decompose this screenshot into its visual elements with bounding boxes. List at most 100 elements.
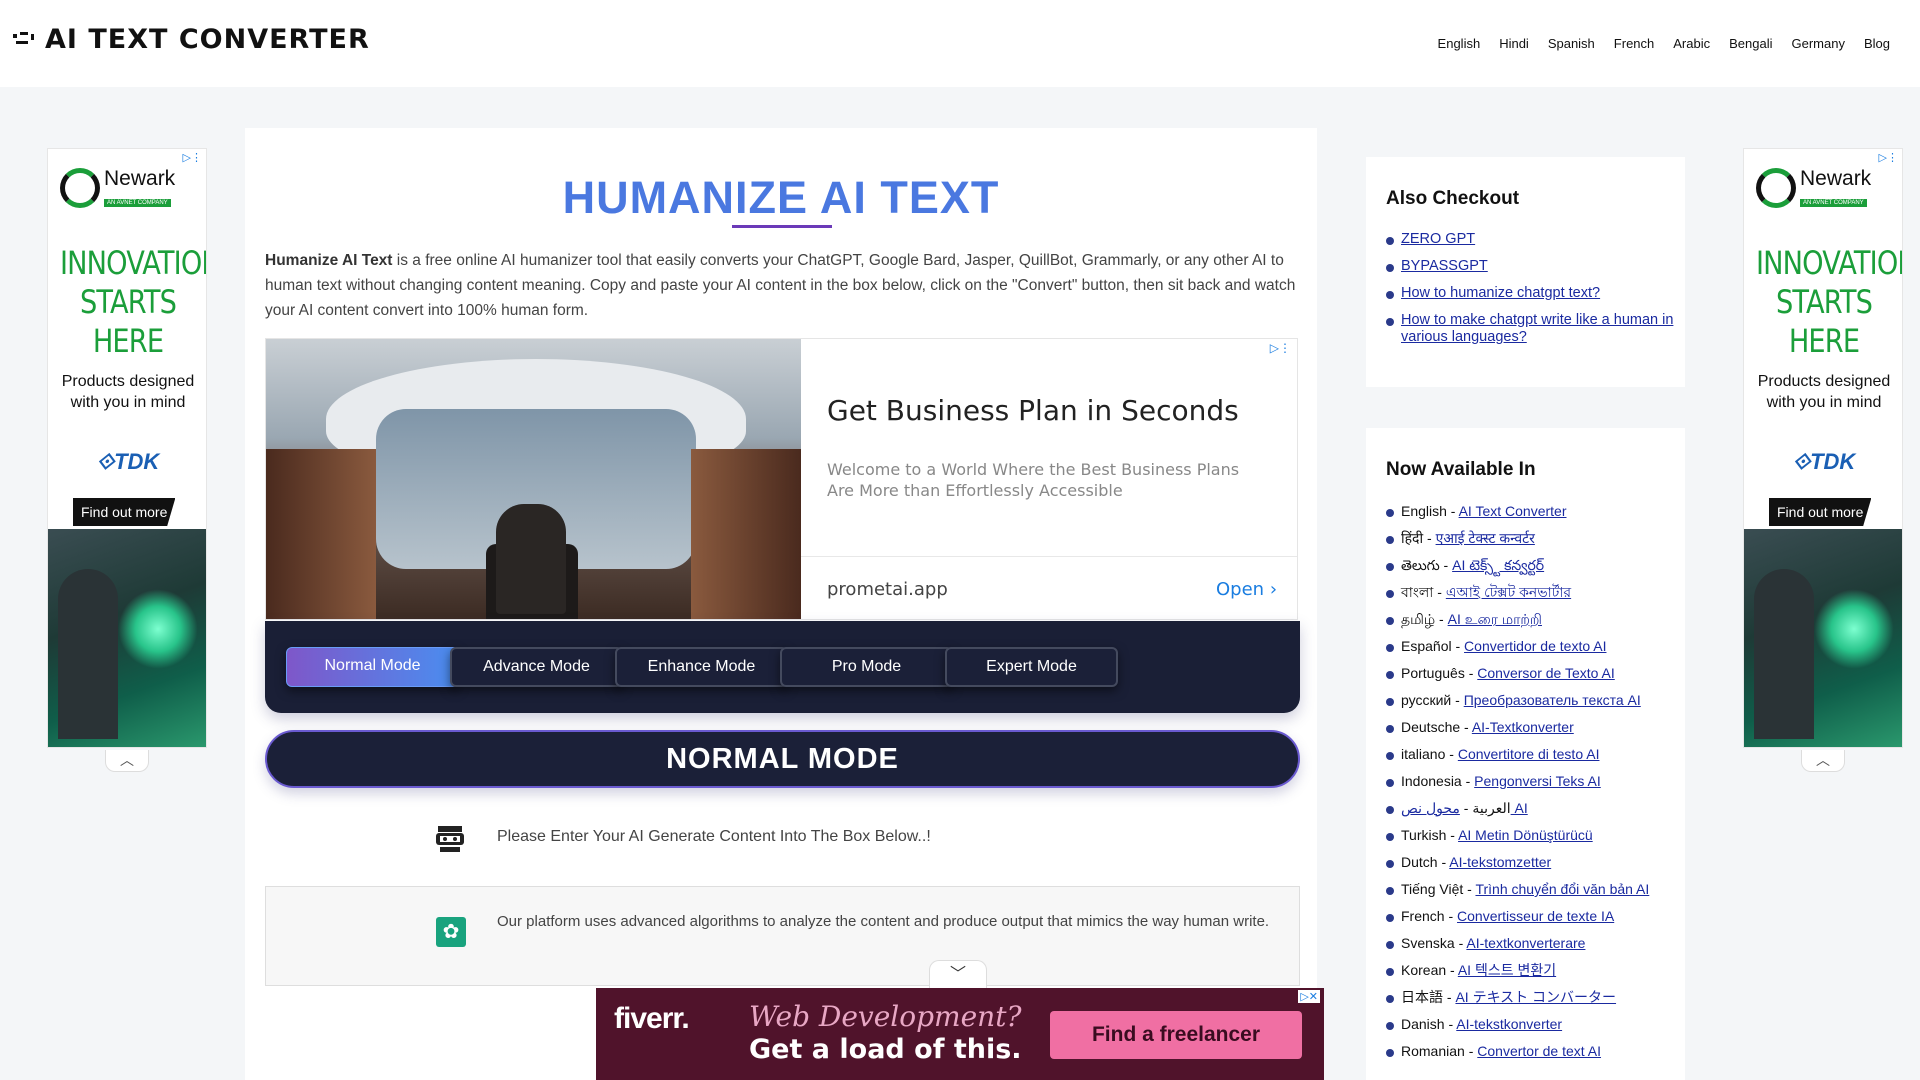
language-item: русский - Преобразователь текста AI	[1386, 692, 1676, 719]
language-item: العربية - محول نص AI	[1386, 800, 1676, 827]
fiverr-logo: fiverr.	[614, 1002, 690, 1035]
language-name: 日本語	[1401, 989, 1443, 1005]
language-link[interactable]: AI 텍스트 변환기	[1458, 962, 1556, 978]
language-link[interactable]: Convertitore di testo AI	[1458, 746, 1600, 762]
ad-tagline: Products designed with you in mind	[61, 373, 195, 411]
language-item: Español - Convertidor de texto AI	[1386, 638, 1676, 665]
language-item: Romanian - Convertor de text AI	[1386, 1043, 1676, 1070]
ad-description: Welcome to a World Where the Best Busine…	[827, 460, 1240, 500]
language-link[interactable]: Преобразователь текста AI	[1464, 692, 1641, 708]
language-link[interactable]: AI テキスト コンバーター	[1455, 989, 1616, 1005]
language-item: italiano - Convertitore di testo AI	[1386, 746, 1676, 773]
info-box: ✿ Our platform uses advanced algorithms …	[265, 886, 1300, 986]
ad-cta-button[interactable]: Find out more	[73, 498, 176, 526]
site-logo[interactable]: AI TEXT CONVERTER	[11, 24, 370, 55]
ad-domain: prometai.app	[827, 579, 948, 600]
right-banner-ad[interactable]: ▷⋮ Newark AN AVNET COMPANY INNOVATION ST…	[1743, 148, 1903, 748]
language-link[interactable]: AI-textkonverterare	[1466, 935, 1585, 951]
language-name: Português	[1401, 665, 1465, 681]
nav-hindi[interactable]: Hindi	[1499, 36, 1529, 51]
language-item: French - Convertisseur de texte IA	[1386, 908, 1676, 935]
language-name: தமிழ்	[1401, 611, 1436, 627]
newark-logo: Newark AN AVNET COMPANY	[1756, 167, 1871, 209]
newark-logo: Newark AN AVNET COMPANY	[60, 167, 175, 209]
ad-headline: INNOVATION STARTS HERE	[1756, 244, 1903, 360]
language-link[interactable]: Convertisseur de texte IA	[1457, 908, 1614, 924]
newark-ring-icon	[1756, 168, 1796, 208]
advance-mode-button[interactable]: Advance Mode	[450, 647, 623, 687]
language-link[interactable]: Convertor de text AI	[1477, 1043, 1601, 1059]
language-link[interactable]: এআই টেক্সট কনভার্টার	[1446, 584, 1571, 600]
nav-blog[interactable]: Blog	[1864, 36, 1890, 51]
languages-list: English - AI Text Converter हिंदी - एआई ट…	[1386, 503, 1676, 1070]
ad-title[interactable]: Get Business Plan in Seconds	[827, 394, 1239, 427]
enhance-mode-button[interactable]: Enhance Mode	[615, 647, 788, 687]
list-item: How to humanize chatgpt text?	[1386, 285, 1676, 302]
ad-choices-icon[interactable]: ▷⋮	[1879, 151, 1898, 164]
right-ad-collapse-button[interactable]: ︿	[1801, 750, 1845, 772]
ad-choices-icon[interactable]: ▷✕	[1298, 990, 1320, 1003]
business-plan-ad[interactable]: ▷⋮ Get Business Plan in Seconds Welcome …	[265, 338, 1298, 620]
language-name: French	[1401, 908, 1445, 924]
ad-image	[266, 339, 801, 619]
language-item: Korean - AI 텍스트 변환기	[1386, 962, 1676, 989]
checkout-link[interactable]: BYPASSGPT	[1401, 258, 1488, 274]
info-text: Our platform uses advanced algorithms to…	[497, 913, 1270, 930]
language-link[interactable]: AI-tekstomzetter	[1449, 854, 1551, 870]
nav-germany[interactable]: Germany	[1792, 36, 1845, 51]
title-underline	[732, 225, 832, 228]
language-item: தமிழ் - AI உரை மாற்றி	[1386, 611, 1676, 638]
nav-french[interactable]: French	[1614, 36, 1654, 51]
language-link[interactable]: AI Text Converter	[1459, 503, 1567, 519]
anchor-ad-toggle[interactable]: ﹀	[929, 960, 987, 988]
nav-arabic[interactable]: Arabic	[1673, 36, 1710, 51]
logo-text: AI TEXT CONVERTER	[45, 24, 370, 55]
checkout-list: ZERO GPT BYPASSGPT How to humanize chatg…	[1386, 231, 1676, 356]
fiverr-anchor-ad[interactable]: ▷✕ fiverr. Web Development? Get a load o…	[596, 988, 1324, 1080]
language-name: русский	[1401, 692, 1452, 708]
ad-headline: INNOVATION STARTS HERE	[60, 244, 207, 360]
mode-heading: NORMAL MODE	[265, 730, 1300, 788]
nav-spanish[interactable]: Spanish	[1548, 36, 1595, 51]
ad-open-button[interactable]: Open ›	[1216, 579, 1277, 600]
main-content: HUMANIZE AI TEXT Humanize AI Text is a f…	[245, 128, 1317, 1080]
checkout-link[interactable]: How to make chatgpt write like a human i…	[1401, 312, 1673, 345]
language-link[interactable]: AI உரை மாற்றி	[1448, 611, 1542, 627]
list-item: How to make chatgpt write like a human i…	[1386, 312, 1676, 346]
ad-tagline-2: Get a load of this.	[749, 1034, 1022, 1065]
language-link[interactable]: एआई टेक्स्ट कन्वर्टर	[1436, 530, 1535, 546]
expert-mode-button[interactable]: Expert Mode	[945, 647, 1118, 687]
language-link[interactable]: Trình chuyển đổi văn bản AI	[1475, 881, 1649, 897]
list-item: ZERO GPT	[1386, 231, 1676, 248]
pro-mode-button[interactable]: Pro Mode	[780, 647, 953, 687]
language-name: العربية	[1472, 800, 1511, 816]
language-link[interactable]: AI Metin Dönüştürücü	[1458, 827, 1593, 843]
find-freelancer-button[interactable]: Find a freelancer	[1050, 1011, 1302, 1059]
nav-bengali[interactable]: Bengali	[1729, 36, 1772, 51]
ad-choices-icon[interactable]: ▷⋮	[1270, 341, 1291, 355]
top-nav: English Hindi Spanish French Arabic Beng…	[1419, 36, 1890, 51]
language-item: తెలుగు - AI టెక్స్ట్ కన్వర్టర్	[1386, 557, 1676, 584]
ad-cta-button[interactable]: Find out more	[1769, 498, 1872, 526]
left-banner-ad[interactable]: ▷⋮ Newark AN AVNET COMPANY INNOVATION ST…	[47, 148, 207, 748]
language-link[interactable]: AI-Textkonverter	[1472, 719, 1574, 735]
language-item: বাংলা - এআই টেক্সট কনভার্টার	[1386, 584, 1676, 611]
ad-choices-icon[interactable]: ▷⋮	[183, 151, 202, 164]
language-link[interactable]: AI టెక్స్ట్ కన్వర్టర్	[1452, 557, 1544, 573]
input-prompt: Please Enter Your AI Generate Content In…	[497, 828, 931, 845]
checkout-link[interactable]: How to humanize chatgpt text?	[1401, 285, 1600, 301]
language-link[interactable]: Conversor de Texto AI	[1477, 665, 1614, 681]
nav-english[interactable]: English	[1438, 36, 1481, 51]
checkout-link[interactable]: ZERO GPT	[1401, 231, 1475, 247]
logo-icon	[11, 28, 45, 52]
language-name: Romanian	[1401, 1043, 1465, 1059]
ad-photo	[48, 529, 206, 747]
language-name: Svenska	[1401, 935, 1455, 951]
language-link[interactable]: Convertidor de texto AI	[1464, 638, 1606, 654]
language-link[interactable]: Pengonversi Teks AI	[1474, 773, 1601, 789]
normal-mode-button[interactable]: Normal Mode	[286, 647, 459, 687]
left-ad-collapse-button[interactable]: ︿	[105, 750, 149, 772]
language-item: हिंदी - एआई टेक्स्ट कन्वर्टर	[1386, 530, 1676, 557]
language-link[interactable]: AI-tekstkonverter	[1456, 1016, 1562, 1032]
language-item: Turkish - AI Metin Dönüştürücü	[1386, 827, 1676, 854]
